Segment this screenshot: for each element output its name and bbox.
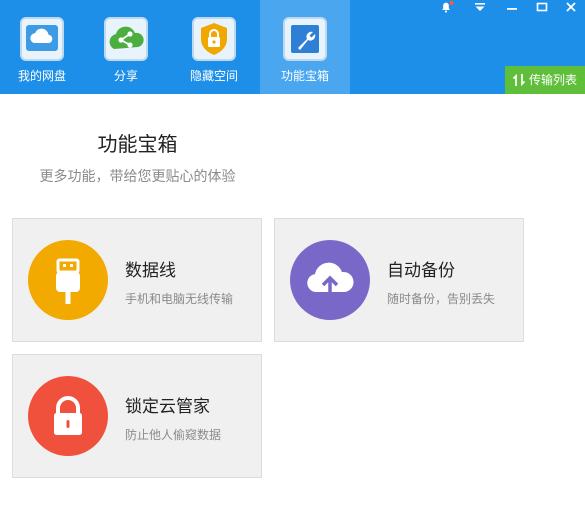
share-icon xyxy=(104,17,148,61)
usb-icon xyxy=(28,240,108,320)
nav-toolbox[interactable]: 功能宝箱 xyxy=(260,0,350,94)
transfer-list-button[interactable]: 传输列表 xyxy=(505,66,585,94)
nav-label: 分享 xyxy=(113,69,138,83)
card-lock-cloud-manager[interactable]: 锁定云管家 防止他人偷窥数据 xyxy=(12,354,262,478)
nav-label: 我的网盘 xyxy=(17,69,66,83)
transfer-list-label: 传输列表 xyxy=(529,73,578,87)
minimize-icon[interactable] xyxy=(498,0,526,16)
card-title: 数据线 xyxy=(125,261,176,281)
card-description: 防止他人偷窥数据 xyxy=(125,428,222,442)
bell-icon[interactable] xyxy=(432,0,460,16)
nav-label: 功能宝箱 xyxy=(280,69,329,83)
page-title: 功能宝箱 xyxy=(97,132,178,156)
card-auto-backup[interactable]: 自动备份 随时备份，告别丢失 xyxy=(274,218,524,342)
nav-share[interactable]: 分享 xyxy=(84,0,168,94)
card-data-cable[interactable]: 数据线 手机和电脑无线传输 xyxy=(12,218,262,342)
wrench-toolbox-icon xyxy=(283,17,327,61)
card-description: 随时备份，告别丢失 xyxy=(387,292,496,306)
nav-hidden-space[interactable]: 隐藏空间 xyxy=(172,0,256,94)
top-navigation-bar: 我的网盘 分享 隐藏空间 功能宝箱 传输列表 xyxy=(0,0,585,94)
transfer-arrows-icon xyxy=(512,72,526,88)
dropdown-icon[interactable] xyxy=(466,0,494,16)
card-title: 自动备份 xyxy=(387,261,455,281)
card-title: 锁定云管家 xyxy=(125,397,210,417)
padlock-icon xyxy=(28,376,108,456)
cloud-drive-icon xyxy=(20,17,64,61)
nav-my-drive[interactable]: 我的网盘 xyxy=(0,0,84,94)
nav-label: 隐藏空间 xyxy=(189,69,238,83)
page-subtitle: 更多功能，带给您更贴心的体验 xyxy=(39,169,236,185)
lock-shield-icon xyxy=(192,17,236,61)
close-icon[interactable] xyxy=(557,0,585,16)
card-description: 手机和电脑无线传输 xyxy=(125,292,234,306)
maximize-icon[interactable] xyxy=(528,0,556,16)
cloud-upload-icon xyxy=(290,240,370,320)
